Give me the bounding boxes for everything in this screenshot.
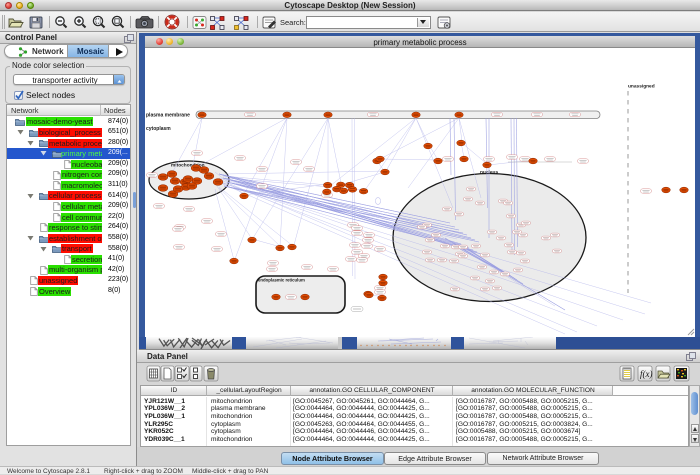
svg-text:cytoplasm: cytoplasm	[146, 126, 171, 132]
svg-text:unassigned: unassigned	[628, 84, 655, 90]
svg-text:endoplasmic reticulum: endoplasmic reticulum	[258, 278, 305, 283]
svg-text:f(x): f(x)	[640, 369, 653, 379]
svg-text:plasma membrane: plasma membrane	[146, 113, 190, 119]
